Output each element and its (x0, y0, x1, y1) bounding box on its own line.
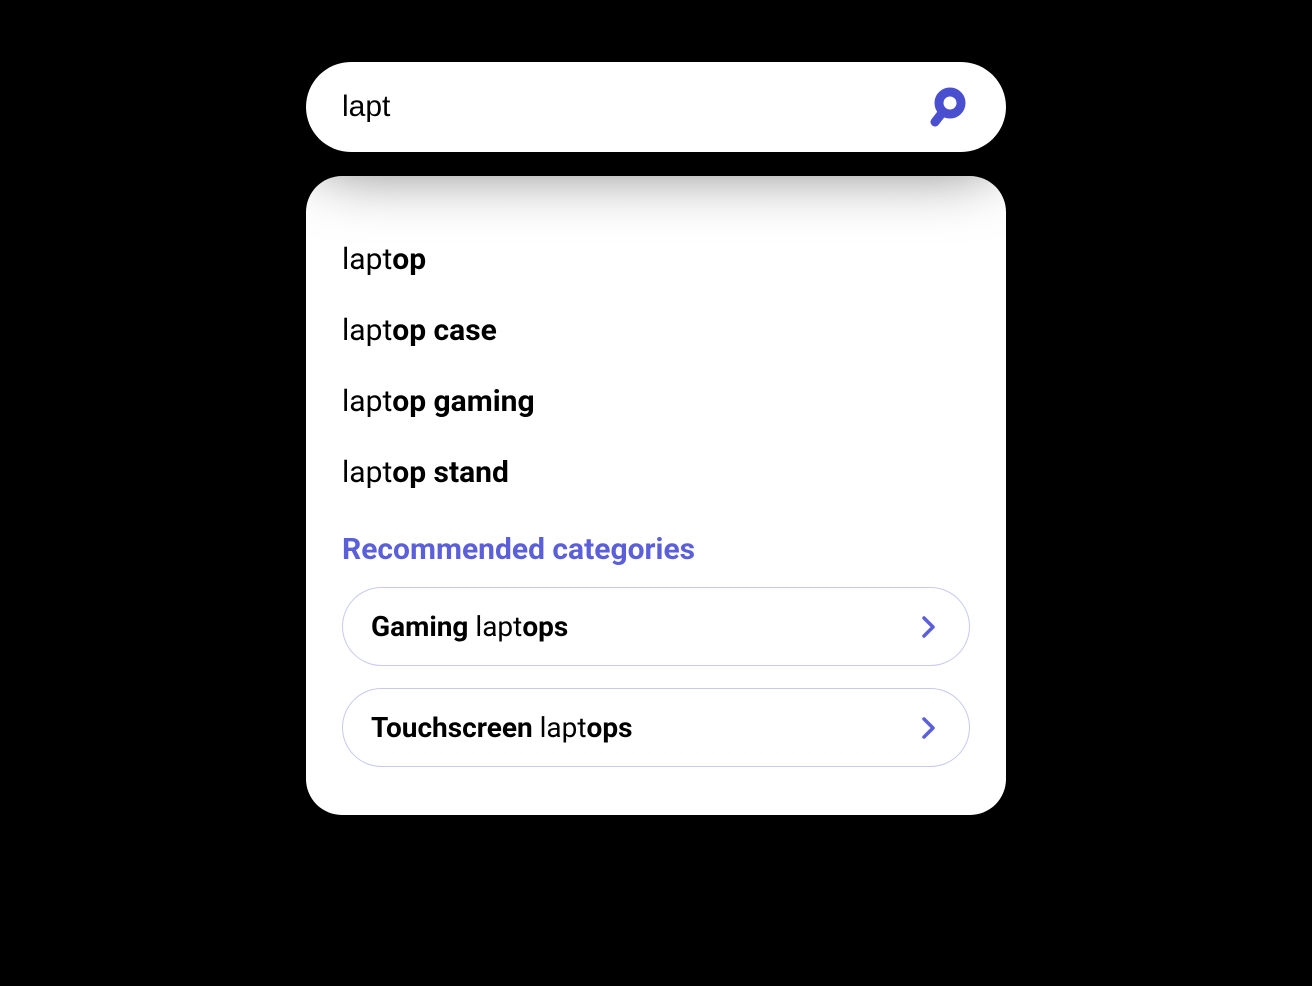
search-bar (306, 62, 1006, 152)
category-item[interactable]: Touchscreen laptops (342, 688, 970, 767)
suggestion-rest: op case (392, 313, 497, 348)
recommended-categories-title: Recommended categories (342, 532, 970, 567)
suggestion-item[interactable]: laptop case (342, 295, 970, 366)
autocomplete-dropdown: laptop laptop case laptop gaming laptop … (306, 176, 1006, 815)
chevron-right-icon (917, 716, 941, 740)
suggestion-match: lapt (342, 384, 392, 419)
category-item[interactable]: Gaming laptops (342, 587, 970, 666)
chevron-right-icon (917, 615, 941, 639)
suggestion-item[interactable]: laptop (342, 224, 970, 295)
search-icon[interactable] (928, 83, 976, 131)
suggestion-match: lapt (342, 242, 392, 277)
suggestion-match: lapt (342, 455, 392, 490)
search-input[interactable] (342, 90, 928, 124)
suggestion-rest: op gaming (392, 384, 534, 419)
suggestion-rest: op stand (392, 455, 509, 490)
suggestion-item[interactable]: laptop stand (342, 437, 970, 508)
category-label: Touchscreen laptops (371, 711, 632, 744)
category-label: Gaming laptops (371, 610, 568, 643)
suggestion-item[interactable]: laptop gaming (342, 366, 970, 437)
search-autocomplete-container: laptop laptop case laptop gaming laptop … (306, 62, 1006, 815)
suggestion-rest: op (392, 242, 426, 277)
suggestion-match: lapt (342, 313, 392, 348)
